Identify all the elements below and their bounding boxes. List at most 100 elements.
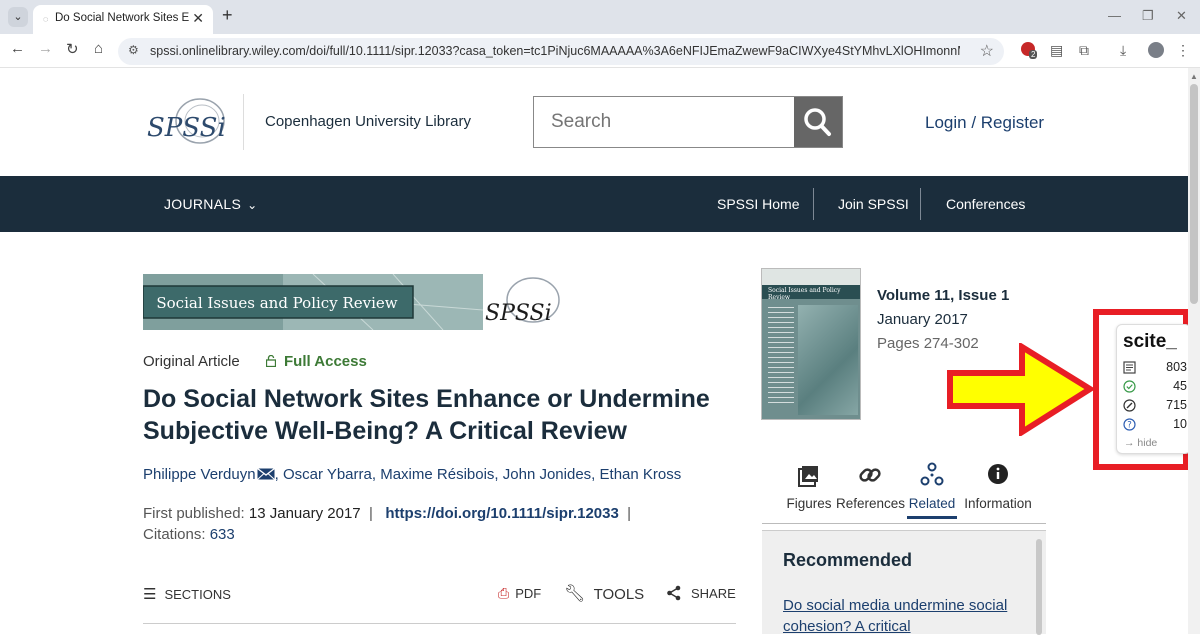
tab-information-label: Information [964, 496, 1032, 511]
info-icon [988, 464, 1008, 484]
site-info-icon[interactable]: ⚙ [128, 43, 139, 57]
scite-badge[interactable]: scite_ 803 45 715 ? 10 → hide [1116, 324, 1191, 454]
tools-label: TOOLS [593, 586, 645, 603]
scite-contrasting-row[interactable]: ? 10 [1123, 417, 1187, 433]
share-label: SHARE [691, 586, 736, 601]
tab-related[interactable]: Related [907, 462, 957, 519]
scroll-up-icon[interactable]: ▲ [1190, 72, 1198, 81]
contrasting-question-icon: ? [1123, 418, 1136, 431]
tab-related-label: Related [908, 496, 956, 511]
cover-contents-lines [768, 307, 794, 407]
tab-search-button[interactable]: ⌄ [8, 7, 28, 27]
pdf-button[interactable]: ⎙ PDF [498, 585, 541, 602]
close-tab-icon[interactable]: ✕ [192, 10, 204, 27]
main-nav: JOURNALS ⌄ SPSSI Home Join SPSSI Conferen… [0, 176, 1188, 232]
recommended-article-link[interactable]: Do social media undermine social cohesio… [783, 595, 1023, 637]
scite-mentioning-row[interactable]: 715 [1123, 398, 1187, 414]
nav-conferences[interactable]: Conferences [946, 196, 1025, 212]
forward-icon[interactable]: → [38, 40, 53, 57]
arrow-right-icon: → [1124, 437, 1135, 449]
cover-title: Social Issues and Policy Review [768, 287, 841, 301]
first-published-label: First published: [143, 505, 245, 522]
journals-label: JOURNALS [164, 196, 242, 212]
issue-volume[interactable]: Volume 11, Issue 1 [877, 287, 1009, 304]
scite-supporting-count: 45 [1173, 379, 1187, 393]
publication-info: First published: 13 January 2017 | https… [143, 505, 632, 543]
author-link[interactable]: Maxime Résibois [380, 466, 494, 483]
list-icon: ☰ [143, 586, 157, 603]
nav-divider [813, 188, 814, 220]
svg-text:?: ? [1127, 421, 1132, 431]
cover-top [762, 269, 860, 285]
author-link[interactable]: Oscar Ybarra [283, 466, 372, 483]
spssi-logo[interactable]: SPSSi [143, 94, 229, 152]
share-icon [667, 585, 681, 601]
image-icon [798, 466, 818, 487]
author-link[interactable]: Philippe Verduyn [143, 466, 256, 483]
author-link[interactable]: Ethan Kross [600, 466, 682, 483]
search-input[interactable] [534, 97, 794, 147]
minimize-icon[interactable]: — [1108, 8, 1121, 23]
scite-supporting-row[interactable]: 45 [1123, 379, 1187, 395]
tab-references-label: References [836, 496, 906, 511]
reload-icon[interactable]: ↻ [66, 40, 79, 58]
citations-count[interactable]: 633 [210, 526, 235, 543]
tab-information[interactable]: Information [961, 462, 1035, 511]
wrench-icon: 🔧︎ [564, 584, 586, 603]
search-icon [804, 108, 831, 136]
browser-toolbar: ← → ↻ ⌂ ⚙ spssi.onlinelibrary.wiley.com/… [0, 34, 1200, 68]
tab-references[interactable]: References [836, 462, 906, 511]
sidebar-tabs: Figures References Related Information [762, 462, 1046, 524]
first-published-date: 13 January 2017 [248, 505, 361, 522]
mentioning-icon [1123, 399, 1136, 412]
close-window-icon[interactable]: ✕ [1176, 8, 1187, 24]
article-title: Do Social Network Sites Enhance or Under… [143, 385, 710, 445]
journal-banner[interactable]: Social Issues and Policy Review SPSSi [143, 274, 561, 330]
nav-join-spssi[interactable]: Join SPSSI [838, 196, 909, 212]
scite-publications-count: 803 [1166, 360, 1187, 374]
extension-badge-icon[interactable]: 2 [1021, 42, 1038, 59]
login-register-link[interactable]: Login / Register [925, 113, 1044, 133]
tab-title: Do Social Network Sites Enhance [55, 12, 190, 24]
share-button[interactable]: SHARE [666, 585, 736, 601]
tools-divider [143, 623, 736, 624]
access-badge: Full Access [266, 353, 367, 370]
scrollbar-thumb[interactable] [1190, 84, 1198, 304]
scite-hide-button[interactable]: → hide [1124, 437, 1157, 449]
journals-menu[interactable]: JOURNALS ⌄ [164, 196, 257, 212]
extensions-puzzle-icon[interactable]: ⧉ [1079, 42, 1089, 59]
download-icon[interactable]: ⤓ [1120, 42, 1126, 59]
scite-publications-row[interactable]: 803 [1123, 360, 1187, 376]
extension-doc-icon[interactable]: ▤ [1050, 42, 1063, 59]
browser-menu-icon[interactable]: ⋮ [1176, 42, 1190, 59]
nav-divider [920, 188, 921, 220]
url-text[interactable]: spssi.onlinelibrary.wiley.com/doi/full/1… [150, 44, 960, 58]
sections-button[interactable]: ☰ SECTIONS [143, 585, 231, 603]
profile-avatar[interactable] [1148, 42, 1164, 58]
back-icon[interactable]: ← [10, 40, 25, 57]
tab-figures[interactable]: Figures [784, 462, 834, 511]
journal-cover-image[interactable]: Social Issues and Policy Review [761, 268, 861, 420]
nav-spssi-home[interactable]: SPSSI Home [717, 196, 799, 212]
journal-banner-title: Social Issues and Policy Review [156, 294, 397, 312]
doi-link[interactable]: https://doi.org/10.1111/sipr.12033 [385, 505, 618, 522]
logo-divider [243, 94, 244, 150]
recommended-scrollbar[interactable] [1036, 539, 1042, 635]
restore-icon[interactable]: ❐ [1142, 8, 1154, 24]
address-bar[interactable]: ⚙ spssi.onlinelibrary.wiley.com/doi/full… [118, 38, 1004, 65]
tools-button[interactable]: 🔧︎ TOOLS [564, 584, 644, 604]
supporting-check-icon [1123, 380, 1136, 393]
browser-tab[interactable]: ◌ Do Social Network Sites Enhance ✕ [33, 5, 213, 34]
email-envelope-icon[interactable] [256, 468, 275, 480]
new-tab-icon[interactable]: + [222, 5, 233, 26]
access-label: Full Access [284, 353, 367, 370]
search-button[interactable] [794, 97, 842, 147]
bookmark-star-icon[interactable]: ☆ [980, 41, 994, 61]
author-link[interactable]: John Jonides [503, 466, 591, 483]
page-scrollbar[interactable]: ▲ [1188, 68, 1200, 634]
related-network-icon [920, 462, 944, 486]
home-icon[interactable]: ⌂ [94, 40, 103, 57]
chevron-down-icon: ⌄ [247, 198, 258, 212]
site-header: SPSSi Copenhagen University Library Logi… [0, 68, 1188, 176]
document-icon [1123, 361, 1136, 374]
